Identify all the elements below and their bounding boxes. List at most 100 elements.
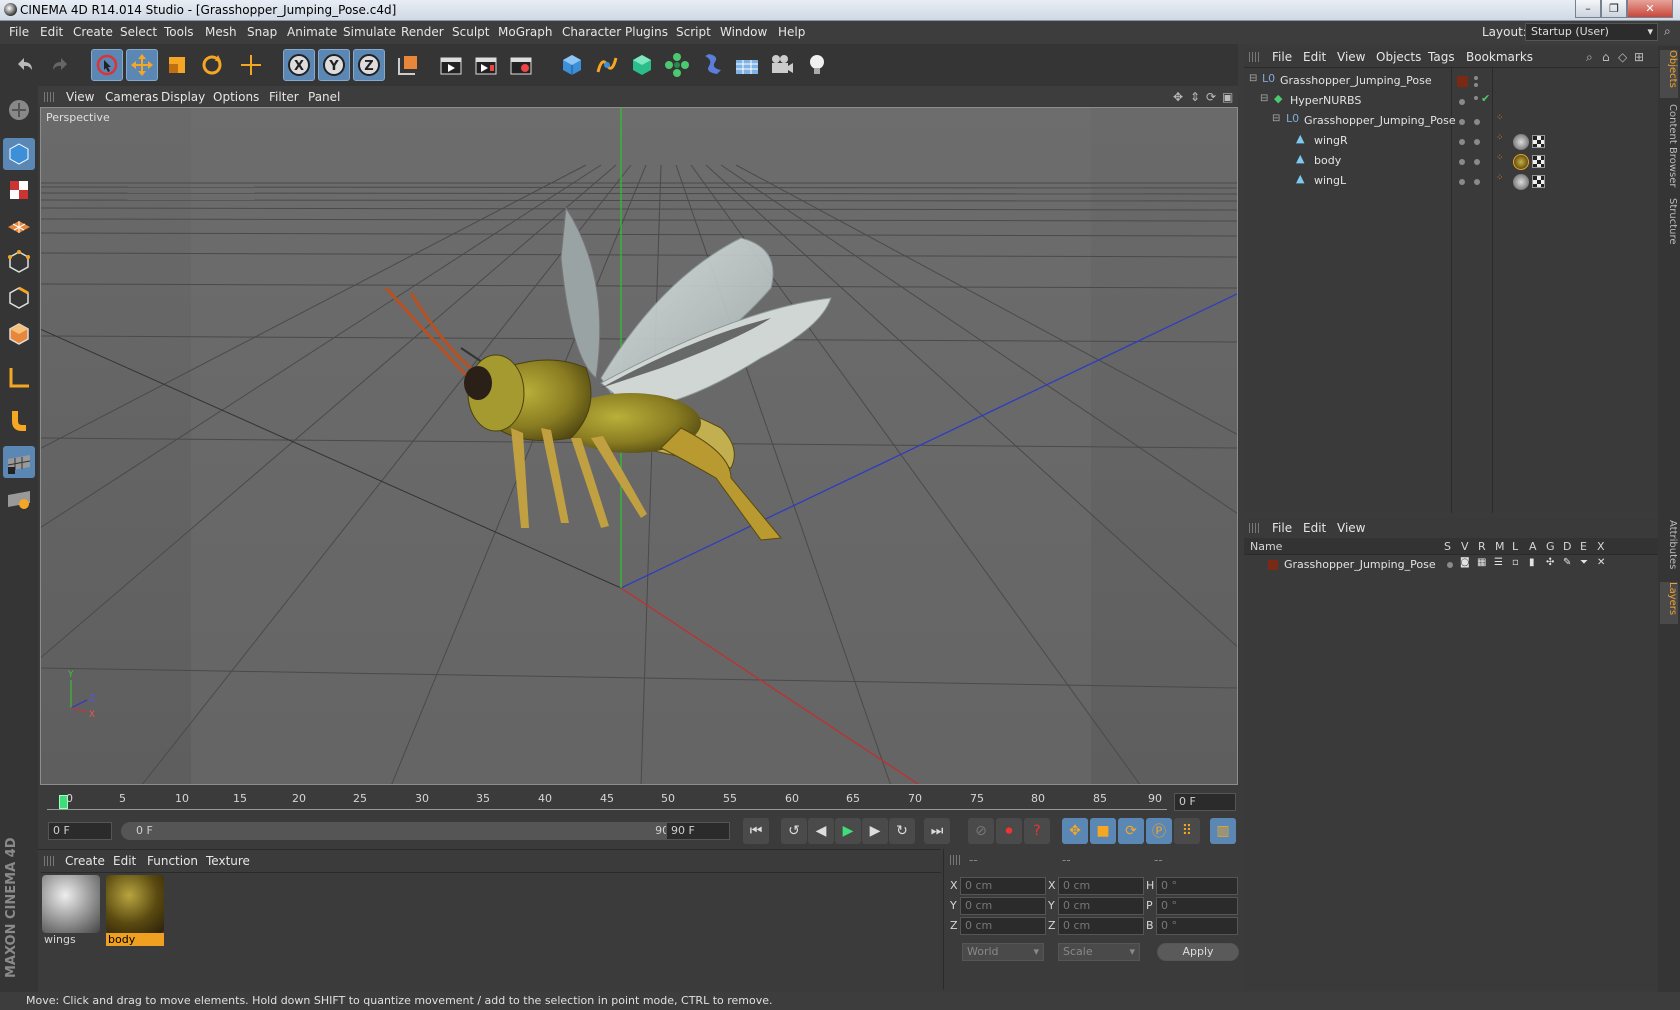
deformers-toggle-icon[interactable]: ✎ [1563, 557, 1571, 568]
go-to-end-icon[interactable]: ⏭ [924, 818, 950, 844]
uvw-tag-icon[interactable] [1532, 175, 1545, 188]
menu-snap[interactable]: Snap [247, 25, 277, 39]
menu-plugins[interactable]: Plugins [625, 25, 668, 39]
rot-h-field[interactable]: 0 ° [1156, 877, 1238, 895]
z-axis-icon[interactable]: Z [353, 49, 385, 81]
live-selection-icon[interactable] [91, 49, 123, 81]
menu-tools[interactable]: Tools [164, 25, 194, 39]
material-menu-edit[interactable]: Edit [113, 854, 136, 868]
uvw-tag-icon[interactable] [1532, 135, 1545, 148]
menu-edit[interactable]: Edit [40, 25, 63, 39]
material-menu-create[interactable]: Create [65, 854, 105, 868]
collapse-icon[interactable]: ⊟ [1249, 73, 1257, 84]
scale-mode-select[interactable]: Scale ▾ [1058, 943, 1140, 961]
visibility-dot[interactable] [1459, 119, 1465, 125]
layout-select[interactable]: Startup (User) ▾ [1525, 23, 1658, 41]
menu-sculpt[interactable]: Sculpt [452, 25, 489, 39]
recent-tool-icon[interactable] [235, 49, 267, 81]
layer-row[interactable]: Grasshopper_Jumping_Pose ◙ ▦ ☰ ▫ ▮ ✣ ✎ ⏷… [1244, 556, 1658, 576]
generators-toggle-icon[interactable]: ✣ [1546, 557, 1554, 568]
menu-file[interactable]: File [9, 25, 29, 39]
solo-toggle[interactable] [1447, 562, 1453, 568]
previous-frame-icon[interactable]: ◀ [808, 818, 834, 844]
close-button[interactable]: ✕ [1627, 0, 1673, 18]
tab-content-browser[interactable]: Content Browser [1660, 104, 1678, 194]
enabled-check-icon[interactable]: ✔ [1481, 92, 1490, 105]
render-dot[interactable] [1474, 119, 1480, 125]
drag-handle[interactable] [44, 92, 54, 102]
drag-handle[interactable] [44, 856, 54, 866]
menu-render[interactable]: Render [401, 25, 444, 39]
render-settings-icon[interactable] [505, 49, 537, 81]
floor-icon[interactable] [731, 49, 763, 81]
key-position-icon[interactable]: ✥ [1062, 818, 1088, 844]
frame-range-slider[interactable]: 0 F 90 F [121, 822, 696, 840]
render-dot[interactable] [1474, 139, 1480, 145]
model-mode-icon[interactable] [3, 138, 35, 170]
viewport-menu-view[interactable]: View [66, 90, 94, 104]
perspective-viewport[interactable]: Y Z X Perspective [40, 107, 1238, 785]
objects-menu-edit[interactable]: Edit [1303, 50, 1326, 64]
objects-menu-tags[interactable]: Tags [1428, 50, 1455, 64]
key-scale-icon[interactable]: ■ [1090, 818, 1116, 844]
move-icon[interactable] [126, 49, 158, 81]
menu-select[interactable]: Select [120, 25, 157, 39]
record-keys-icon[interactable]: ⊘ [968, 818, 994, 844]
visibility-dot[interactable] [1459, 159, 1465, 165]
collapse-icon[interactable]: ⊟ [1260, 93, 1268, 104]
timeline-ticks[interactable]: 0 5 10 15 20 25 30 35 40 45 50 55 60 65 … [47, 789, 1167, 811]
material-menu-texture[interactable]: Texture [206, 854, 250, 868]
home-icon[interactable]: ⌂ [1602, 50, 1610, 64]
render-view-icon[interactable] [435, 49, 467, 81]
render-picture-viewer-icon[interactable] [470, 49, 502, 81]
size-x-field[interactable]: 0 cm [1058, 877, 1144, 895]
scale-icon[interactable] [161, 49, 193, 81]
key-pla-icon[interactable]: ⠿ [1174, 818, 1200, 844]
pan-icon[interactable]: ✥ [1173, 90, 1183, 104]
go-to-start-icon[interactable]: ⏮ [743, 818, 769, 844]
coordinate-system-icon[interactable] [392, 49, 424, 81]
uvw-tag-icon[interactable] [1532, 155, 1545, 168]
autokeying-icon[interactable]: ⏺ [996, 818, 1022, 844]
nurbs-icon[interactable] [626, 49, 658, 81]
visibility-dot[interactable] [1459, 139, 1465, 145]
up-icon[interactable]: ◇ [1618, 50, 1627, 64]
polygons-mode-icon[interactable] [3, 318, 35, 350]
collapse-icon[interactable]: ⊟ [1272, 113, 1280, 124]
drag-handle[interactable] [1249, 52, 1259, 62]
start-frame-field[interactable]: 0 F [48, 822, 112, 840]
material-swatch-body[interactable]: body [106, 875, 164, 949]
texture-mode-icon[interactable] [3, 174, 35, 206]
timeline-ruler[interactable]: 0 5 10 15 20 25 30 35 40 45 50 55 60 65 … [38, 787, 1238, 815]
material-tag-icon[interactable] [1513, 174, 1529, 190]
menu-script[interactable]: Script [676, 25, 711, 39]
deformer-icon[interactable] [696, 49, 728, 81]
visibility-dot[interactable] [1474, 76, 1478, 80]
locked-workplane-icon[interactable] [3, 482, 35, 514]
objects-menu-view[interactable]: View [1337, 50, 1365, 64]
menu-mograph[interactable]: MoGraph [498, 25, 553, 39]
phong-tag-icon[interactable]: ⁘ [1496, 113, 1504, 123]
edges-mode-icon[interactable] [3, 282, 35, 314]
material-menu-function[interactable]: Function [147, 854, 198, 868]
new-window-icon[interactable]: ⊞ [1634, 50, 1644, 64]
workplane-icon[interactable] [3, 210, 35, 242]
menu-window[interactable]: Window [720, 25, 767, 39]
material-tag-icon[interactable] [1513, 134, 1529, 150]
light-icon[interactable] [801, 49, 833, 81]
undo-icon[interactable] [9, 49, 41, 81]
render-dot[interactable] [1474, 179, 1480, 185]
pos-z-field[interactable]: 0 cm [960, 917, 1046, 935]
tree-row-root[interactable]: ⊟ L0 Grasshopper_Jumping_Pose [1244, 72, 1658, 92]
camera-icon[interactable] [766, 49, 798, 81]
next-key-icon[interactable]: ↻ [889, 818, 915, 844]
tree-row-wingl[interactable]: ▲ wingL ⁘ [1244, 172, 1658, 192]
tree-row-group[interactable]: ⊟ L0 Grasshopper_Jumping_Pose ⁘ [1244, 112, 1658, 132]
phong-tag-icon[interactable]: ⁘ [1496, 153, 1504, 163]
render-dot[interactable] [1474, 83, 1478, 87]
layers-menu-view[interactable]: View [1337, 521, 1365, 535]
timeline-window-icon[interactable]: ▥ [1210, 818, 1236, 844]
viewport-menu-cameras[interactable]: Cameras [105, 90, 158, 104]
menu-simulate[interactable]: Simulate [343, 25, 396, 39]
material-swatch-wings[interactable]: wings [42, 875, 100, 949]
